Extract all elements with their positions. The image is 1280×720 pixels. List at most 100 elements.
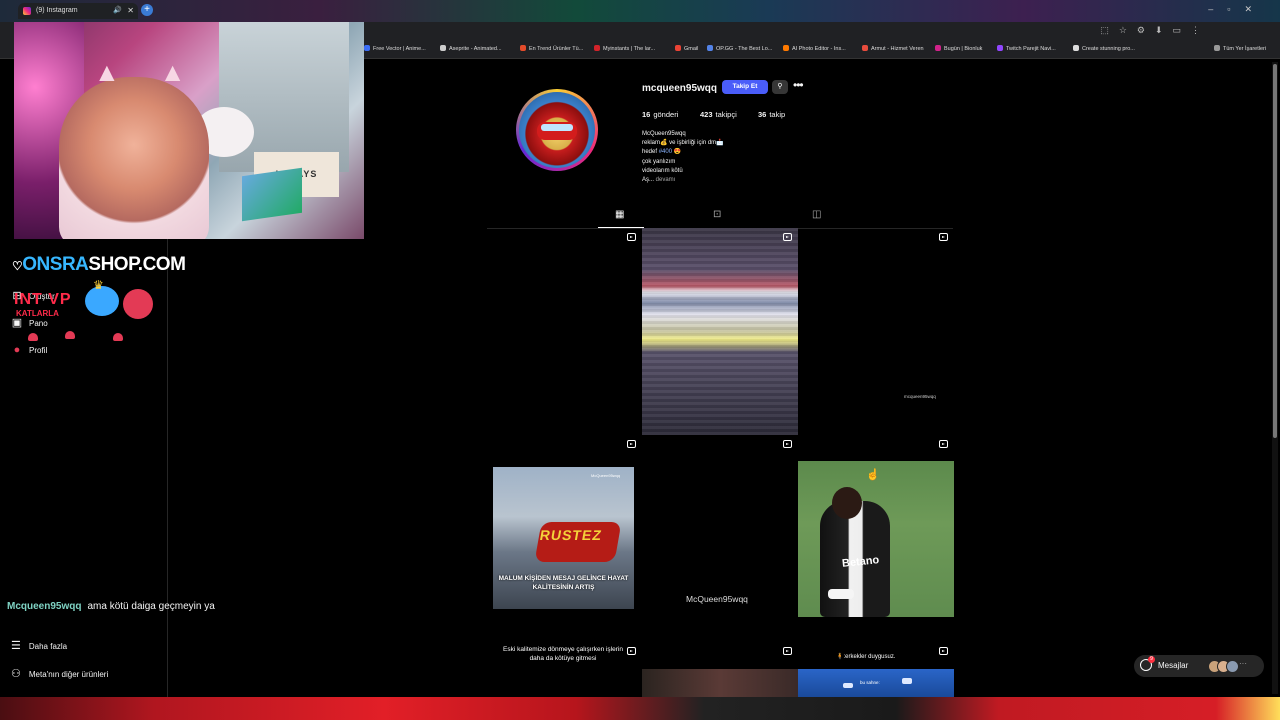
bookmark-item[interactable]: En Trend Ürünler Tü...	[520, 45, 583, 52]
bookmark-label: Tüm Yer İşaretleri	[1223, 46, 1267, 52]
sidebar-item-profile[interactable]: ● Profil	[11, 344, 48, 356]
heart-icon	[65, 331, 75, 339]
bookmark-label: Bugün | Bionluk	[944, 46, 983, 52]
bio-text: hedef	[642, 149, 659, 156]
tab-reels-icon[interactable]: ⊡	[713, 209, 721, 220]
bio-line: çok yanlızım	[642, 158, 676, 165]
reel-icon	[627, 647, 636, 655]
bookmark-item[interactable]: OP.GG - The Best Lo...	[707, 45, 772, 52]
bookmark-label: Create stunning pro...	[1082, 46, 1135, 52]
bookmark-label: Twitch Parejit Navi...	[1006, 46, 1056, 52]
grid-post[interactable]: Betano	[798, 461, 954, 617]
tab-posts-grid-icon[interactable]: ▦	[615, 209, 624, 220]
bio-hashtag-link[interactable]: #400	[659, 149, 672, 155]
instagram-icon	[23, 7, 31, 15]
reel-icon	[939, 233, 948, 241]
messages-label: Mesajlar	[1158, 661, 1189, 670]
grid-post-label[interactable]: McQueen95wqq	[686, 594, 748, 604]
bookmark-favicon-icon	[594, 45, 600, 51]
window-controls[interactable]: –▫✕	[1208, 4, 1266, 15]
sidebar-item-meta[interactable]: ⚇ Meta'nın diğer ürünleri	[11, 667, 108, 680]
stat-label: gönderi	[653, 110, 679, 119]
grid-post[interactable]	[642, 669, 798, 697]
bookmark-favicon-icon	[935, 45, 941, 51]
reel-icon	[783, 647, 792, 655]
stat-followers[interactable]: 423 takipçi	[700, 110, 737, 119]
tab-title: (9) Instagram	[36, 7, 78, 14]
mascot-red	[123, 289, 153, 319]
heart-icon	[113, 333, 123, 341]
bookmark-item[interactable]: Twitch Parejit Navi...	[997, 45, 1056, 52]
post-caption: bu sahne:	[860, 680, 880, 685]
more-options-icon[interactable]: •••	[793, 78, 804, 92]
profile-username: mcqueen95wqq	[642, 83, 718, 94]
webcam-overlay: LOLAYS ▲▲	[14, 22, 364, 239]
bookmark-favicon-icon	[440, 45, 446, 51]
bookmark-item[interactable]: Tüm Yer İşaretleri	[1214, 45, 1266, 52]
meta-icon: ⚇	[11, 668, 21, 680]
unread-badge: 9	[1148, 656, 1155, 663]
sidebar-item-label: Profil	[29, 346, 48, 355]
stat-following[interactable]: 36 takip	[758, 110, 785, 119]
speaker-icon[interactable]: 🔊	[113, 3, 122, 19]
stat-posts: 16 gönderi	[642, 110, 678, 119]
grid-post[interactable]: McQueen95wqq RUSTEZ MALUM KİŞİDEN MESAJ …	[493, 467, 634, 609]
intvp-logo-sub: KATLARLA	[16, 309, 59, 318]
post-caption[interactable]: Eski kalitemize dönmeye çalışırken işler…	[500, 645, 626, 663]
scrollbar-thumb[interactable]	[1273, 64, 1277, 438]
hand-cursor-icon: ☝	[866, 469, 880, 481]
close-tab-icon[interactable]: ✕	[127, 3, 134, 19]
bookmark-item[interactable]: Gmail	[675, 45, 698, 52]
post-caption: MALUM KİŞİDEN MESAJ GELİNCE HAYAT KALİTE…	[498, 575, 629, 591]
tab-tagged-icon[interactable]: ◫	[812, 209, 821, 220]
avatar	[1226, 660, 1239, 673]
chat-text: ama kötü daiga geçmeyin ya	[87, 601, 215, 612]
post-light	[843, 683, 853, 688]
bookmark-item[interactable]: Bugün | Bionluk	[935, 45, 982, 52]
stat-label: takipçi	[715, 110, 737, 119]
add-user-icon: ⚲	[777, 83, 783, 90]
profile-avatar[interactable]	[516, 89, 598, 171]
sidebar-item-more[interactable]: ☰ Daha fazla	[11, 639, 67, 652]
post-player-arm	[828, 589, 854, 599]
bookmark-label: Myinstants | The lar...	[603, 46, 656, 52]
chat-username: Mcqueen95wqq	[7, 601, 82, 612]
bookmark-item[interactable]: Aseprite - Animated...	[440, 45, 502, 52]
bookmark-favicon-icon	[862, 45, 868, 51]
new-tab-button[interactable]: +	[141, 4, 153, 16]
stream-bottom-overlay	[0, 697, 1280, 720]
post-brand-text: RUSTEZ	[538, 527, 604, 543]
browser-tab-bar	[0, 0, 1280, 22]
bookmark-item[interactable]: Myinstants | The lar...	[594, 45, 655, 52]
bio-line: hedef #400 😍	[642, 148, 724, 157]
bookmark-favicon-icon	[783, 45, 789, 51]
reel-icon	[783, 233, 792, 241]
bookmark-favicon-icon	[997, 45, 1003, 51]
toolbar-icons[interactable]: ⬚☆⚙⬇▭⋮	[1100, 25, 1210, 36]
bookmark-favicon-icon	[675, 45, 681, 51]
stat-value: 16	[642, 110, 651, 119]
suggest-user-button[interactable]: ⚲	[772, 80, 788, 94]
post-watermark: McQueen95wqq	[591, 473, 621, 478]
shop-logo-part: ONSRA	[22, 254, 89, 275]
grid-post[interactable]: bu sahne:	[798, 669, 954, 697]
messages-button[interactable]: 9 Mesajlar ···	[1134, 655, 1264, 677]
grid-post[interactable]	[642, 228, 798, 435]
reel-icon	[783, 440, 792, 448]
follow-button[interactable]: Takip Et	[722, 80, 768, 94]
heart-icon: ♡	[12, 259, 23, 273]
browser-tab[interactable]: (9) Instagram 🔊 ✕	[18, 3, 138, 19]
bookmark-item[interactable]: Free Vector | Anime...	[364, 45, 426, 52]
intvp-logo: INT VP	[14, 291, 72, 308]
bookmark-item[interactable]: Create stunning pro...	[1073, 45, 1135, 52]
bookmark-item[interactable]: AI Photo Editor - Ins...	[783, 45, 846, 52]
bookmark-label: Armut - Hizmet Veren	[871, 46, 924, 52]
shop-logo-part: SHOP.COM	[88, 254, 186, 275]
webcam-person	[59, 77, 209, 239]
bio-line: Aş... devamı	[642, 176, 724, 185]
bio-text: 😍	[672, 149, 682, 156]
bio-more-link[interactable]: devamı	[656, 177, 676, 183]
bookmark-item[interactable]: Armut - Hizmet Veren	[862, 45, 924, 52]
post-player-head	[832, 487, 862, 519]
cat-ears-icon: ▲▲	[94, 57, 226, 87]
